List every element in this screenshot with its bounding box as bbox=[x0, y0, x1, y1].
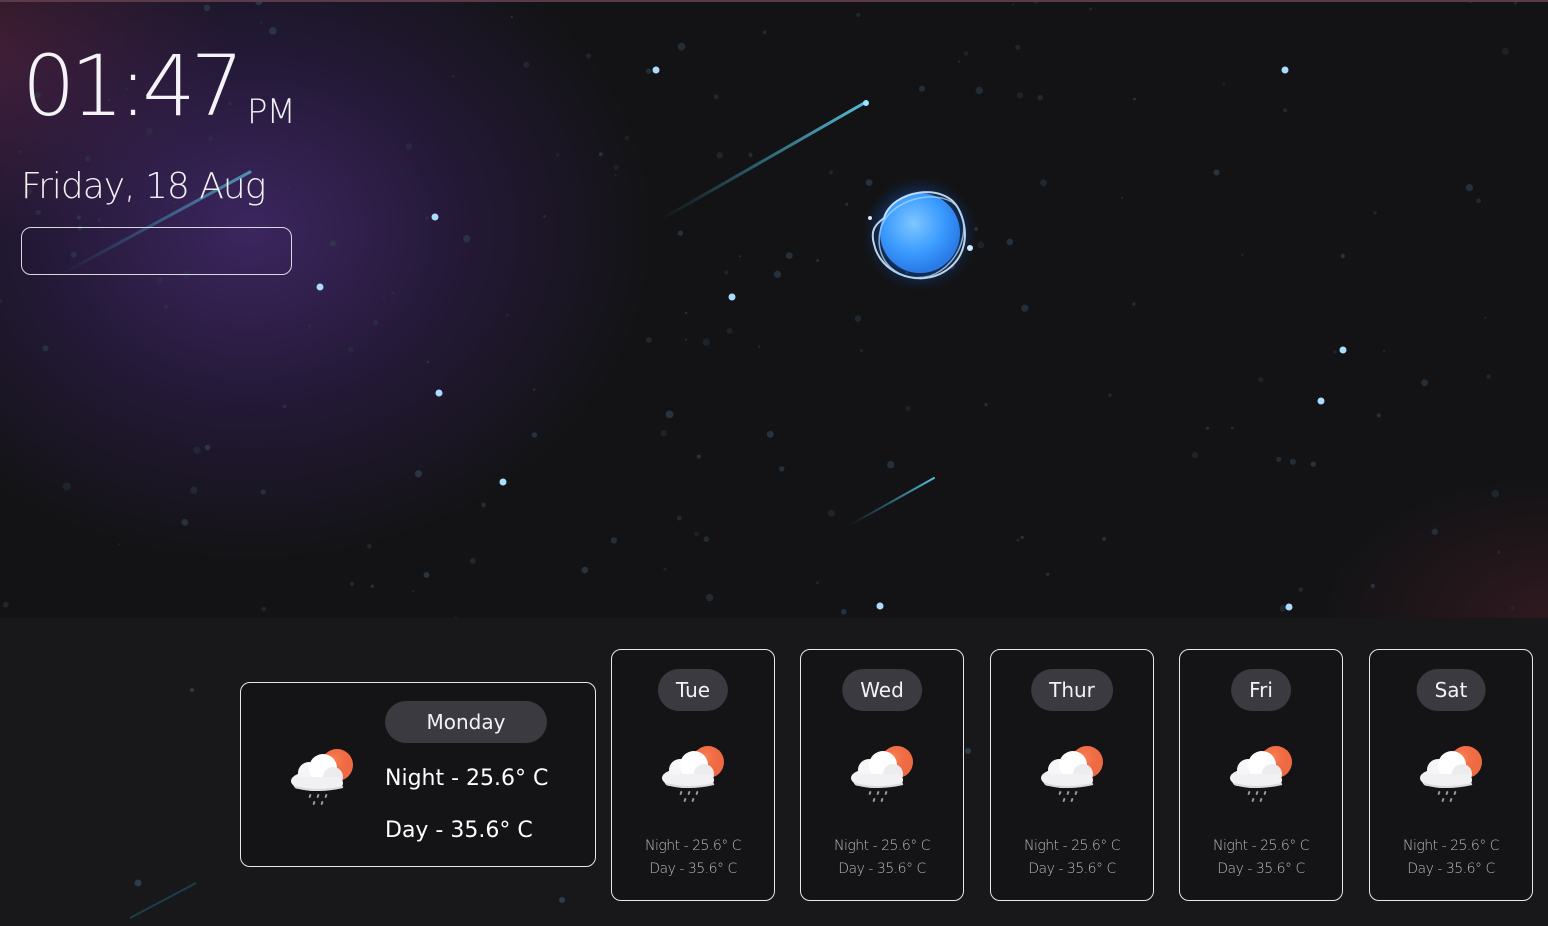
forecast-day-label: Thur bbox=[1031, 669, 1113, 711]
rain-cloud-sun-icon bbox=[847, 738, 919, 808]
forecast-day-label: Wed bbox=[842, 669, 922, 711]
forecast-night-temp: Night - 25.6° C bbox=[1213, 838, 1309, 854]
rain-cloud-sun-icon bbox=[658, 738, 730, 808]
forecast-card-wed[interactable]: Wed Night - 25.6° C Day - 35.6° C bbox=[800, 649, 964, 901]
rain-cloud-sun-icon bbox=[287, 741, 359, 811]
forecast-card-sat[interactable]: Sat Night - 25.6° C Day - 35.6° C bbox=[1369, 649, 1533, 901]
top-border bbox=[0, 0, 1548, 2]
rain-cloud-sun-icon bbox=[1037, 738, 1109, 808]
rain-cloud-sun-icon bbox=[1226, 738, 1298, 808]
forecast-night-temp: Night - 25.6° C bbox=[645, 838, 741, 854]
today-day-temp: Day - 35.6° C bbox=[385, 818, 533, 843]
forecast-day-temp: Day - 35.6° C bbox=[1407, 861, 1495, 877]
forecast-day-temp: Day - 35.6° C bbox=[649, 861, 737, 877]
today-forecast-card[interactable]: Monday Night - 25.6° C Day - 35.6° C bbox=[240, 682, 596, 867]
forecast-day-label: Sat bbox=[1416, 669, 1486, 711]
forecast-card-thur[interactable]: Thur Night - 25.6° C Day - 35.6° C bbox=[990, 649, 1154, 901]
night-sky: 01:47 PM Friday, 18 Aug bbox=[0, 0, 1548, 618]
forecast-day-label: Tue bbox=[657, 669, 729, 711]
forecast-card-fri[interactable]: Fri Night - 25.6° C Day - 35.6° C bbox=[1179, 649, 1343, 901]
today-night-temp: Night - 25.6° C bbox=[385, 766, 549, 791]
clock-time: 01:47 bbox=[22, 37, 244, 135]
rain-cloud-sun-icon bbox=[1416, 738, 1488, 808]
moon-icon bbox=[862, 178, 978, 290]
forecast-day-temp: Day - 35.6° C bbox=[1217, 861, 1305, 877]
forecast-day-temp: Day - 35.6° C bbox=[838, 861, 926, 877]
forecast-card-tue[interactable]: Tue Night - 25.6° C Day - 35.6° C bbox=[611, 649, 775, 901]
forecast-night-temp: Night - 25.6° C bbox=[1403, 838, 1499, 854]
forecast-day-temp: Day - 35.6° C bbox=[1028, 861, 1116, 877]
clock-ampm: PM bbox=[247, 92, 296, 132]
forecast-night-temp: Night - 25.6° C bbox=[834, 838, 930, 854]
today-day-label: Monday bbox=[385, 701, 547, 743]
meteor bbox=[849, 477, 935, 526]
forecast-night-temp: Night - 25.6° C bbox=[1024, 838, 1120, 854]
meteor bbox=[658, 100, 868, 222]
forecast-day-label: Fri bbox=[1231, 669, 1291, 711]
clock-date: Friday, 18 Aug bbox=[21, 166, 266, 207]
search-input[interactable] bbox=[21, 227, 292, 275]
